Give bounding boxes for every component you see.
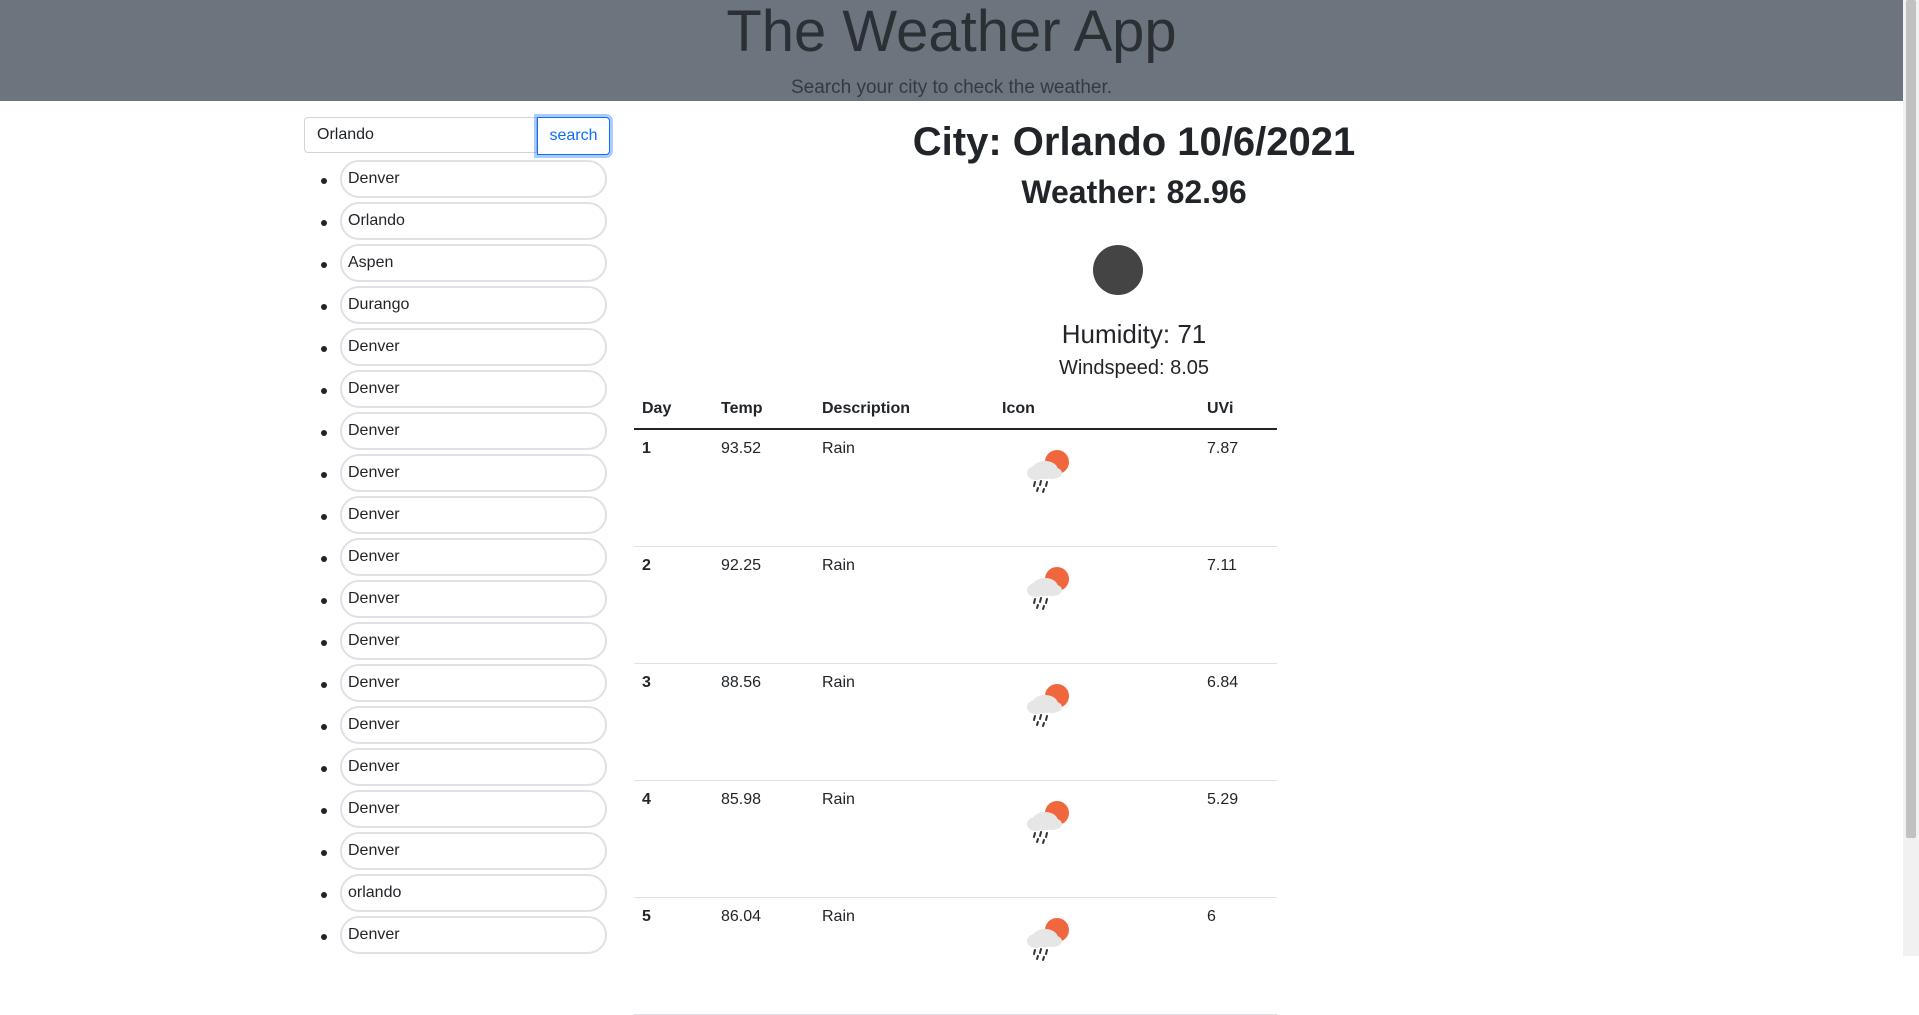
history-city-button[interactable]: Denver [340,748,607,786]
forecast-description: Rain [814,663,994,781]
forecast-row: 4 85.98 Rain 5.29 [634,780,1277,898]
forecast-uvi: 7.11 [1199,546,1277,664]
app-title: The Weather App [726,0,1177,64]
forecast-row: 5 86.04 Rain 6 [634,897,1277,1015]
weather-icon [1093,245,1143,295]
header-jumbotron: The Weather App Search your city to chec… [0,0,1903,101]
bullet-icon [321,556,327,562]
forecast-row: 2 92.25 Rain 7.11 [634,546,1277,664]
bullet-icon [321,850,327,856]
forecast-uvi: 7.87 [1199,429,1277,547]
windspeed-text: Windspeed: 8.05 [1058,357,1210,379]
bullet-icon [321,346,327,352]
header-day: Day [634,390,713,430]
history-city-button[interactable]: Denver [340,916,607,954]
forecast-day: 5 [634,897,713,1015]
rain-sun-icon [1002,912,1191,968]
forecast-table: Day Temp Description Icon UVi 1 93.52 Rain… [634,390,1277,1015]
bullet-icon [321,892,327,898]
forecast-day: 3 [634,663,713,781]
bullet-icon [321,472,327,478]
forecast-description: Rain [814,780,994,898]
history-city-button[interactable]: Denver [340,664,607,702]
forecast-day: 4 [634,780,713,898]
history-city-button[interactable]: Denver [340,790,607,828]
forecast-temp: 85.98 [713,780,814,898]
forecast-temp: 88.56 [713,663,814,781]
search-input[interactable] [304,117,537,153]
history-city-button[interactable]: Aspen [340,244,607,282]
scrollbar-thumb[interactable] [1906,0,1916,838]
history-city-button[interactable]: Denver [340,580,607,618]
bullet-icon [321,430,327,436]
rain-sun-icon [1002,678,1191,734]
rain-sun-icon [1002,444,1191,500]
bullet-icon [321,388,327,394]
history-city-button[interactable]: Durango [340,286,607,324]
header-description: Description [814,390,994,430]
page-scrollbar[interactable] [1903,0,1919,956]
weather-heading: Weather: 82.96 [1021,174,1247,210]
forecast-temp: 92.25 [713,546,814,664]
forecast-description: Rain [814,897,994,1015]
rain-sun-icon [1002,795,1191,851]
bullet-icon [321,766,327,772]
history-city-button[interactable]: Denver [340,370,607,408]
bullet-icon [321,514,327,520]
city-heading: City: Orlando 10/6/2021 [912,120,1356,164]
bullet-icon [321,220,327,226]
history-city-button[interactable]: Denver [340,160,607,198]
forecast-icon-cell [994,897,1199,1015]
header-temp: Temp [713,390,814,430]
bullet-icon [321,262,327,268]
bullet-icon [321,304,327,310]
bullet-icon [321,934,327,940]
header-uvi: UVi [1199,390,1277,430]
forecast-row: 3 88.56 Rain 6.84 [634,663,1277,781]
forecast-description: Rain [814,429,994,547]
forecast-header-row: Day Temp Description Icon UVi [634,390,1277,430]
history-city-button[interactable]: Denver [340,622,607,660]
forecast-day: 2 [634,546,713,664]
history-city-button[interactable]: Denver [340,538,607,576]
forecast-row: 1 93.52 Rain 7.87 [634,429,1277,547]
forecast-icon-cell [994,429,1199,547]
bullet-icon [321,178,327,184]
history-city-button[interactable]: Denver [340,832,607,870]
forecast-temp: 93.52 [713,429,814,547]
bullet-icon [321,598,327,604]
history-city-button[interactable]: Denver [340,496,607,534]
forecast-icon-cell [994,780,1199,898]
forecast-uvi: 6 [1199,897,1277,1015]
history-city-button[interactable]: Denver [340,706,607,744]
forecast-day: 1 [634,429,713,547]
forecast-uvi: 6.84 [1199,663,1277,781]
search-button[interactable]: search [537,117,610,155]
history-city-button[interactable]: orlando [340,874,607,912]
history-city-button[interactable]: Orlando [340,202,607,240]
header-icon: Icon [994,390,1199,430]
forecast-temp: 86.04 [713,897,814,1015]
rain-sun-icon [1002,561,1191,617]
bullet-icon [321,724,327,730]
forecast-icon-cell [994,663,1199,781]
history-city-button[interactable]: Denver [340,412,607,450]
history-city-button[interactable]: Denver [340,454,607,492]
app-subtitle: Search your city to check the weather. [790,77,1113,98]
bullet-icon [321,682,327,688]
forecast-description: Rain [814,546,994,664]
history-city-button[interactable]: Denver [340,328,607,366]
forecast-icon-cell [994,546,1199,664]
bullet-icon [321,640,327,646]
bullet-icon [321,808,327,814]
forecast-uvi: 5.29 [1199,780,1277,898]
humidity-text: Humidity: 71 [1061,319,1207,349]
